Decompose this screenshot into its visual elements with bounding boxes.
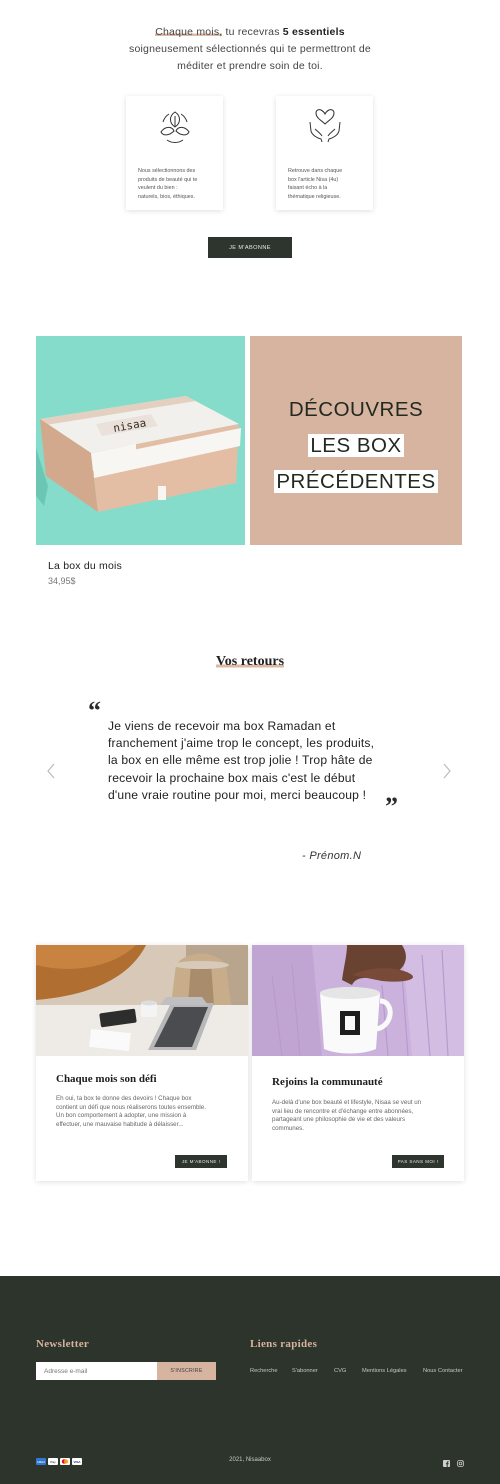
close-quote-icon: ” — [385, 792, 398, 821]
card-line: faisant écho à la — [288, 185, 328, 192]
card-line: box l'article Nisa (4u) — [288, 176, 339, 183]
info-card-products: Nous sélectionnons des produits de beaut… — [126, 96, 223, 210]
previous-boxes-title[interactable]: DÉCOUVRES LES BOX PRÉCÉDENTES — [250, 392, 462, 500]
facebook-icon[interactable] — [443, 1460, 450, 1467]
newsletter-title: Newsletter — [36, 1338, 90, 1350]
challenge-title: Chaque mois son défi — [56, 1073, 157, 1085]
footer-link-contact[interactable]: Nous Contacter — [423, 1368, 463, 1374]
hands-heart-icon — [309, 109, 341, 143]
desk-laptop-image — [36, 945, 248, 1056]
feature-line: partageant une philosophie de vie et des… — [272, 1116, 406, 1124]
feature-line: communes. — [272, 1124, 304, 1132]
intro-text: Chaque mois, tu recevras 5 essentiels so… — [0, 24, 500, 75]
hero-line-2: LES BOX — [308, 434, 404, 457]
quote-line: la box en elle même est trop jolie ! Tro… — [108, 753, 373, 768]
intro-line-2: soigneusement sélectionnés qui te permet… — [129, 43, 371, 55]
mug-hands-image — [252, 945, 464, 1056]
community-join-button[interactable]: PAS SANS MOI ! — [392, 1155, 444, 1168]
email-input[interactable] — [36, 1362, 157, 1380]
hero-line-1: DÉCOUVRES — [288, 398, 424, 421]
card-line: naturels, bios, éthiques. — [138, 193, 195, 200]
card-line: thématique religieuse. — [288, 193, 341, 200]
challenge-text: Eh oui, ta box te donne des devoirs ! Ch… — [56, 1095, 241, 1129]
card-line: Retrouve dans chaque — [288, 168, 343, 174]
community-title: Rejoins la communauté — [272, 1076, 383, 1088]
newsletter-signup-button[interactable]: S'INSCRIRE — [157, 1362, 216, 1380]
review-quote: Je viens de recevoir ma box Ramadan et f… — [108, 718, 393, 804]
intro-line-3: méditer et prendre soin de toi. — [177, 60, 323, 72]
feature-line: contient un défi que nous réaliserons to… — [56, 1103, 206, 1111]
product-name[interactable]: La box du mois — [48, 560, 122, 572]
quote-line: recevoir la prochaine box mais c'est le … — [108, 770, 356, 785]
card-line: veulent du bien : — [138, 185, 178, 192]
quote-line: d'une vraie routine pour moi, merci beau… — [108, 787, 367, 802]
review-author: - Prénom.N — [302, 850, 362, 862]
community-text: Au-delà d'une box beauté et lifestyle, N… — [272, 1099, 462, 1133]
feature-line: effectuer, une mauvaise habitude à délai… — [56, 1120, 184, 1128]
subscribe-button[interactable]: JE M'ABONNE — [208, 237, 292, 258]
footer-link-legal[interactable]: Mentions Légales — [362, 1368, 407, 1374]
open-quote-icon: “ — [88, 696, 101, 725]
card-line: Nous sélectionnons des — [138, 168, 196, 174]
info-card-text: Retrouve dans chaque box l'article Nisa … — [288, 167, 368, 201]
instagram-icon[interactable] — [457, 1460, 464, 1467]
community-card: Rejoins la communauté Au-delà d'une box … — [252, 945, 464, 1181]
challenge-subscribe-button[interactable]: JE M'ABONNE ! — [175, 1155, 227, 1168]
intro-mid: tu recevras — [222, 26, 283, 38]
quick-links-title: Liens rapides — [250, 1338, 318, 1350]
info-card-text: Nous sélectionnons des produits de beaut… — [138, 167, 218, 201]
reviews-title: Vos retours — [0, 654, 500, 670]
hero-line-3: PRÉCÉDENTES — [274, 470, 438, 493]
intro-bold: 5 essentiels — [282, 26, 345, 38]
footer-link-search[interactable]: Recherche — [250, 1368, 278, 1374]
copyright: 2021, Nisaabox — [229, 1457, 271, 1463]
box-illustration: nisaa — [36, 396, 241, 512]
info-card-article: Retrouve dans chaque box l'article Nisa … — [276, 96, 373, 210]
feature-line: vrai lieu de rencontre et d'échange entr… — [272, 1107, 414, 1115]
footer-link-cvg[interactable]: CVG — [334, 1368, 346, 1374]
leaves-cycle-icon — [160, 111, 190, 144]
intro-line-1: Chaque mois, tu recevras 5 essentiels — [0, 24, 500, 41]
feature-line: Un bon comportement à adopter, une missi… — [56, 1112, 187, 1120]
footer-link-subscribe[interactable]: S'abonner — [292, 1368, 318, 1374]
challenge-card: Chaque mois son défi Eh oui, ta box te d… — [36, 945, 248, 1181]
reviews-title-text: Vos retours — [215, 654, 285, 669]
product-price: 34,95$ — [48, 576, 76, 586]
chevron-left-icon[interactable] — [46, 763, 56, 779]
intro-highlight: Chaque mois, — [155, 26, 223, 38]
chevron-right-icon[interactable] — [442, 763, 452, 779]
box-product-image[interactable]: nisaa — [36, 336, 245, 545]
footer: Newsletter S'INSCRIRE Liens rapides Rech… — [0, 1276, 500, 1484]
feature-line: Au-delà d'une box beauté et lifestyle, N… — [272, 1099, 422, 1106]
quote-line: franchement j'aime trop le concept, les … — [108, 736, 375, 751]
feature-line: Eh oui, ta box te donne des devoirs ! Ch… — [56, 1095, 192, 1102]
card-line: produits de beauté qui te — [138, 176, 198, 183]
quote-line: Je viens de recevoir ma box Ramadan et — [108, 719, 336, 733]
